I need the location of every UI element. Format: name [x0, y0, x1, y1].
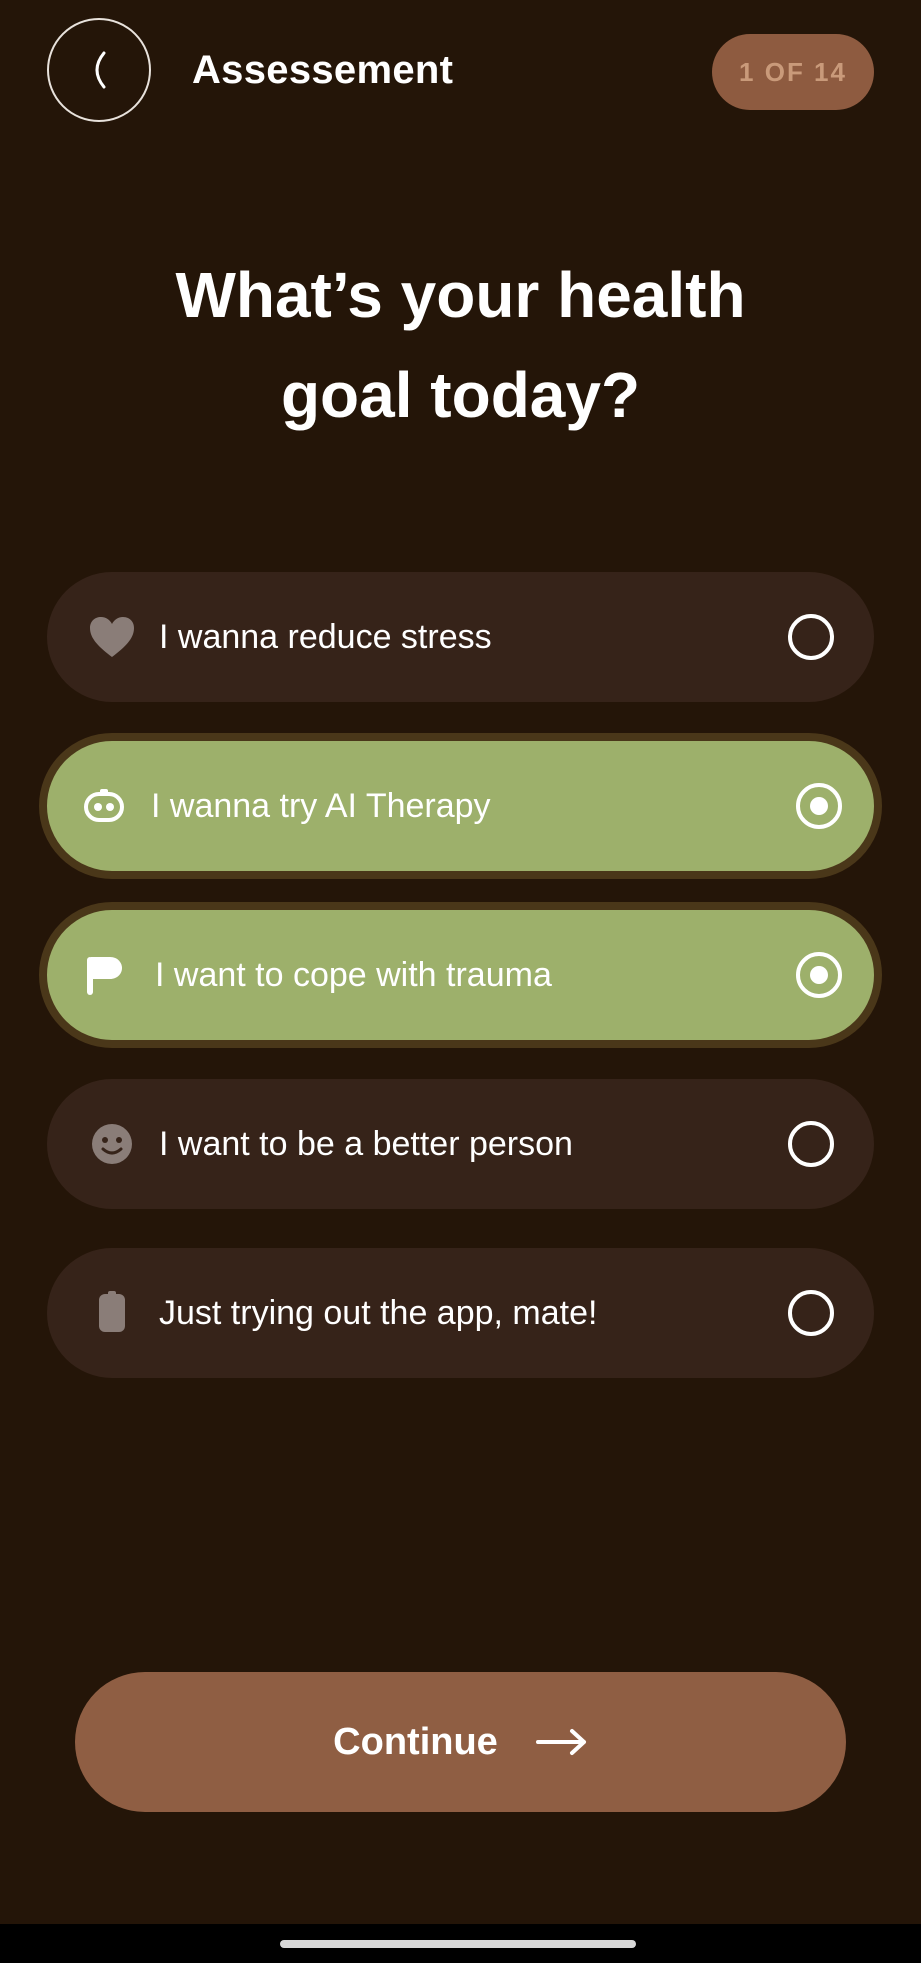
radio-button[interactable] — [788, 614, 834, 660]
option-ai-therapy[interactable]: I wanna try AI Therapy — [39, 733, 882, 879]
heart-icon — [87, 612, 137, 662]
radio-selected-dot — [810, 797, 828, 815]
option-better-person[interactable]: I want to be a better person — [47, 1079, 874, 1209]
option-label: Just trying out the app, mate! — [159, 1293, 598, 1332]
option-label: I wanna try AI Therapy — [151, 786, 491, 825]
continue-button[interactable]: Continue — [75, 1672, 846, 1812]
option-label: I wanna reduce stress — [159, 617, 492, 656]
arrow-right-icon — [535, 1729, 586, 1755]
flag-icon — [79, 950, 129, 1000]
progress-badge: 1 OF 14 — [712, 34, 874, 110]
phone-icon — [87, 1288, 137, 1338]
smiley-icon — [87, 1119, 137, 1169]
option-cope-trauma[interactable]: I want to cope with trauma — [39, 902, 882, 1048]
back-button[interactable] — [47, 18, 151, 122]
radio-button[interactable] — [796, 952, 842, 998]
question-heading: What’s your health goal today? — [175, 259, 746, 431]
page-title: Assessement — [192, 48, 454, 92]
option-label: I want to cope with trauma — [155, 955, 552, 994]
radio-button[interactable] — [796, 783, 842, 829]
radio-button[interactable] — [788, 1290, 834, 1336]
robot-icon — [79, 781, 129, 831]
option-label: I want to be a better person — [159, 1124, 573, 1163]
option-trying-app[interactable]: Just trying out the app, mate! — [47, 1248, 874, 1378]
chevron-left-icon — [95, 51, 106, 89]
radio-button[interactable] — [788, 1121, 834, 1167]
radio-selected-dot — [810, 966, 828, 984]
continue-label: Continue — [333, 1720, 498, 1763]
option-reduce-stress[interactable]: I wanna reduce stress — [47, 572, 874, 702]
home-indicator[interactable] — [280, 1940, 636, 1948]
header: Assessement 1 OF 14 — [0, 0, 921, 150]
